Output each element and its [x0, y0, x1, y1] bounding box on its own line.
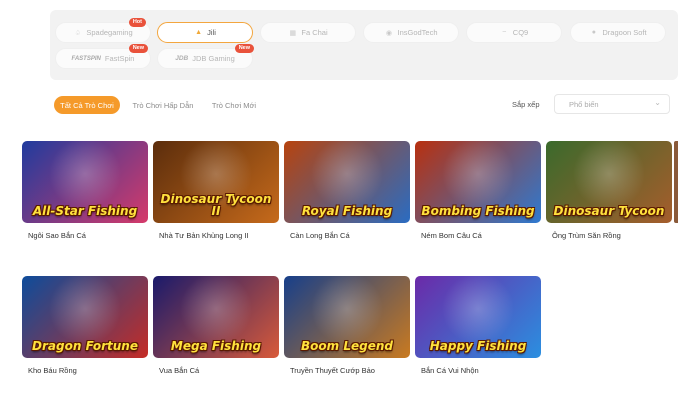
game-name[interactable]: Càn Long Bắn Cá: [290, 231, 350, 240]
sort-select[interactable]: Phổ biến ⌄: [554, 94, 670, 114]
game-card[interactable]: All-Star Fishing Ngôi Sao Bắn Cá: [22, 141, 148, 240]
game-name[interactable]: Nhà Tư Bản Khủng Long II: [159, 231, 249, 240]
provider-cq9[interactable]: ~ CQ9: [466, 22, 562, 43]
cq9-logo-icon: ~: [502, 29, 507, 36]
game-title-art: Happy Fishing: [429, 339, 527, 353]
next-game-card-peek[interactable]: [674, 141, 678, 223]
game-card[interactable]: Dinosaur Tycoon Ông Trùm Săn Rồng: [546, 141, 672, 240]
game-thumbnail[interactable]: Dinosaur Tycoon II: [153, 141, 279, 223]
game-name[interactable]: Ông Trùm Săn Rồng: [552, 231, 621, 240]
dragon-logo-icon: ●: [591, 29, 596, 36]
game-thumbnail[interactable]: Happy Fishing: [415, 276, 541, 358]
game-title-art: Boom Legend: [301, 339, 393, 353]
game-card[interactable]: Royal Fishing Càn Long Bắn Cá: [284, 141, 410, 240]
game-thumbnail[interactable]: Boom Legend: [284, 276, 410, 358]
provider-label: FastSpin: [104, 54, 135, 63]
game-name[interactable]: Vua Bắn Cá: [159, 366, 199, 375]
game-name[interactable]: Kho Báu Rồng: [28, 366, 77, 375]
game-card[interactable]: Dragon Fortune Kho Báu Rồng: [22, 276, 148, 375]
game-card[interactable]: Dinosaur Tycoon II Nhà Tư Bản Khủng Long…: [153, 141, 279, 240]
game-title-art: Dragon Fortune: [32, 339, 138, 353]
provider-jili[interactable]: ▲ Jili: [157, 22, 253, 43]
game-thumbnail[interactable]: Dinosaur Tycoon: [546, 141, 672, 223]
game-title-art: Dinosaur Tycoon II: [160, 192, 272, 218]
tab-new-games[interactable]: Trò Chơi Mới: [206, 96, 262, 114]
new-badge: New: [128, 44, 148, 53]
provider-label: Dragoon Soft: [602, 28, 647, 37]
jili-logo-icon: ▲: [195, 29, 203, 36]
game-card[interactable]: Bombing Fishing Ném Bom Câu Cá: [415, 141, 541, 240]
provider-label: Jili: [207, 28, 216, 37]
game-name[interactable]: Ngôi Sao Bắn Cá: [28, 231, 86, 240]
provider-label: Fa Chai: [301, 28, 328, 37]
provider-label: JDB Gaming: [192, 54, 235, 63]
game-thumbnail[interactable]: Royal Fishing: [284, 141, 410, 223]
provider-dragoonsoft[interactable]: ● Dragoon Soft: [570, 22, 666, 43]
game-thumbnail[interactable]: Dragon Fortune: [22, 276, 148, 358]
provider-label: Spadegaming: [86, 28, 133, 37]
game-title-art: Dinosaur Tycoon: [553, 204, 665, 218]
provider-spadegaming[interactable]: ♤ Spadegaming Hot: [55, 18, 151, 43]
game-lobby-page: ♤ Spadegaming Hot ▲ Jili ▦ Fa Chai ◉ Ins…: [0, 0, 678, 400]
game-card[interactable]: Boom Legend Truyền Thuyết Cướp Bảo: [284, 276, 410, 375]
eye-logo-icon: ◉: [385, 29, 393, 37]
provider-fachai[interactable]: ▦ Fa Chai: [260, 22, 356, 43]
sort-label: Sắp xếp: [512, 100, 540, 109]
game-card[interactable]: Mega Fishing Vua Bắn Cá: [153, 276, 279, 375]
game-title-art: Mega Fishing: [170, 339, 262, 353]
game-thumbnail[interactable]: All-Star Fishing: [22, 141, 148, 223]
jdb-logo-icon: JDB: [175, 55, 189, 62]
game-thumbnail[interactable]: Mega Fishing: [153, 276, 279, 358]
game-thumbnail[interactable]: Bombing Fishing: [415, 141, 541, 223]
provider-fastspin[interactable]: FASTSPIN FastSpin New: [55, 44, 151, 69]
tab-popular-games[interactable]: Trò Chơi Hấp Dẫn: [126, 96, 200, 114]
sort-value: Phổ biến: [569, 99, 599, 109]
provider-panel: ♤ Spadegaming Hot ▲ Jili ▦ Fa Chai ◉ Ins…: [50, 10, 678, 80]
game-name[interactable]: Truyền Thuyết Cướp Bảo: [290, 366, 375, 375]
spade-icon: ♤: [74, 29, 81, 37]
game-name[interactable]: Bắn Cá Vui Nhộn: [421, 366, 479, 375]
provider-jdb-gaming[interactable]: JDB JDB Gaming New: [157, 44, 254, 69]
fachai-logo-icon: ▦: [289, 29, 297, 37]
provider-label: CQ9: [512, 28, 529, 37]
game-name[interactable]: Ném Bom Câu Cá: [421, 231, 482, 240]
game-title-art: Bombing Fishing: [421, 204, 535, 218]
game-card[interactable]: Happy Fishing Bắn Cá Vui Nhộn: [415, 276, 541, 375]
new-badge: New: [234, 44, 254, 53]
hot-badge: Hot: [128, 18, 146, 27]
provider-insgodtech[interactable]: ◉ InsGodTech: [363, 22, 459, 43]
provider-label: InsGodTech: [397, 28, 438, 37]
chevron-down-icon: ⌄: [654, 98, 661, 107]
game-title-art: Royal Fishing: [301, 204, 393, 218]
game-title-art: All-Star Fishing: [32, 204, 138, 218]
tab-all-games[interactable]: Tất Cả Trò Chơi: [54, 96, 120, 114]
fastspin-logo-icon: FASTSPIN: [71, 55, 101, 62]
